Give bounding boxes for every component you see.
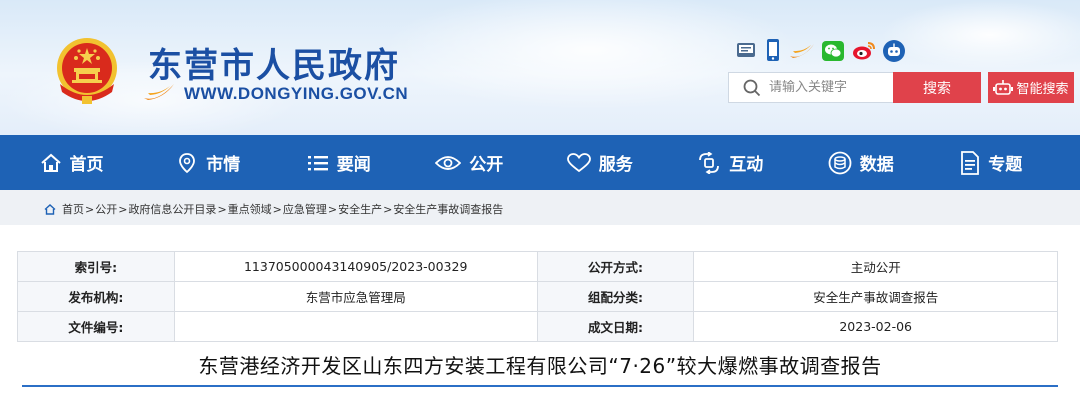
doc-no-label: 文件编号: (17, 311, 175, 342)
breadcrumb-link[interactable]: 首页 (62, 201, 84, 217)
breadcrumb-link[interactable]: 安全生产 (338, 201, 382, 217)
index-label: 索引号: (17, 251, 175, 282)
weibo-icon[interactable] (852, 40, 876, 62)
interaction-icon (699, 151, 720, 174)
open-method-value: 主动公开 (693, 251, 1058, 282)
site-header: 东营市人民政府 WWW.DONGYING.GOV.CN 搜索 (0, 0, 1080, 135)
nav-label: 数据 (859, 155, 894, 175)
nav-item-topic[interactable]: 专题 (926, 135, 1057, 190)
date-value: 2023-02-06 (693, 311, 1058, 342)
breadcrumb-link[interactable]: 应急管理 (283, 201, 327, 217)
nav-label: 服务 (598, 155, 633, 175)
category-label: 组配分类: (536, 281, 695, 312)
nav-item-city[interactable]: 市情 (143, 135, 274, 190)
index-value: 113705000043140905/2023-00329 (173, 251, 538, 282)
breadcrumb: 首页 > 公开 > 政府信息公开目录 > 重点领域 > 应急管理 > 安全生产 > 安全生产… (44, 201, 503, 217)
date-label: 成文日期: (536, 311, 695, 342)
breadcrumb-link[interactable]: 政府信息公开目录 (128, 201, 216, 217)
nav-item-data[interactable]: 数据 (796, 135, 927, 190)
robot-icon (993, 79, 1014, 95)
national-emblem-icon[interactable] (52, 34, 122, 108)
phone-icon[interactable] (765, 38, 781, 62)
nav-item-home[interactable]: 首页 (0, 135, 143, 190)
nav-label: 公开 (469, 155, 504, 175)
home-icon (44, 203, 56, 215)
main-nav: 首页 市情 要闻 公开 服务 互动 数据 专题 (0, 135, 1080, 190)
search-button[interactable]: 搜索 (893, 72, 981, 103)
nav-label: 首页 (69, 155, 104, 175)
list-icon (307, 155, 328, 170)
data-icon (828, 151, 852, 174)
search-box (728, 72, 894, 103)
search-input[interactable] (769, 80, 889, 95)
nav-label: 要闻 (336, 155, 371, 175)
document-icon (961, 150, 980, 175)
nav-item-public[interactable]: 公开 (404, 135, 535, 190)
swoosh-logo-icon (144, 84, 174, 100)
nav-label: 互动 (729, 155, 764, 175)
open-method-label: 公开方式: (536, 251, 695, 282)
breadcrumb-link[interactable]: 安全生产事故调查报告 (393, 201, 503, 217)
site-url[interactable]: WWW.DONGYING.GOV.CN (184, 84, 408, 104)
breadcrumb-link[interactable]: 公开 (95, 201, 117, 217)
nav-item-news[interactable]: 要闻 (274, 135, 405, 190)
search-icon (743, 79, 761, 96)
nav-item-service[interactable]: 服务 (535, 135, 666, 190)
table-row: 索引号: 113705000043140905/2023-00329 公开方式:… (17, 251, 1058, 282)
nav-item-interact[interactable]: 互动 (665, 135, 796, 190)
breadcrumb-link[interactable]: 重点领域 (228, 201, 272, 217)
site-title[interactable]: 东营市人民政府 (148, 38, 400, 87)
nav-label: 市情 (206, 155, 241, 175)
document-title: 东营港经济开发区山东四方安装工程有限公司“7·26”较大爆燃事故调查报告 (198, 354, 882, 378)
breadcrumb-bar: 首页 > 公开 > 政府信息公开目录 > 重点领域 > 应急管理 > 安全生产 > 安全生产… (0, 190, 1080, 225)
eye-icon (435, 155, 462, 170)
title-divider (22, 385, 1058, 387)
wechat-icon[interactable] (822, 40, 844, 62)
mobile-site-icon[interactable] (736, 40, 756, 60)
publisher-value: 东营市应急管理局 (173, 281, 538, 312)
robot-icon[interactable] (882, 39, 906, 63)
nav-label: 专题 (988, 155, 1023, 175)
doc-no-value (173, 311, 538, 342)
table-row: 文件编号: 成文日期: 2023-02-06 (17, 311, 1058, 342)
category-value: 安全生产事故调查报告 (693, 281, 1058, 312)
document-info-table: 索引号: 113705000043140905/2023-00329 公开方式:… (17, 251, 1058, 342)
header-cloud-decoration (880, 0, 1080, 70)
smart-search-label: 智能搜索 (1016, 82, 1069, 97)
heart-icon (566, 152, 591, 172)
smart-search-button[interactable]: 智能搜索 (988, 72, 1074, 103)
map-pin-icon (179, 152, 196, 173)
publisher-label: 发布机构: (17, 281, 175, 312)
home-icon (40, 153, 61, 172)
table-row: 发布机构: 东营市应急管理局 组配分类: 安全生产事故调查报告 (17, 281, 1058, 312)
app-swoosh-icon[interactable] (788, 40, 816, 62)
